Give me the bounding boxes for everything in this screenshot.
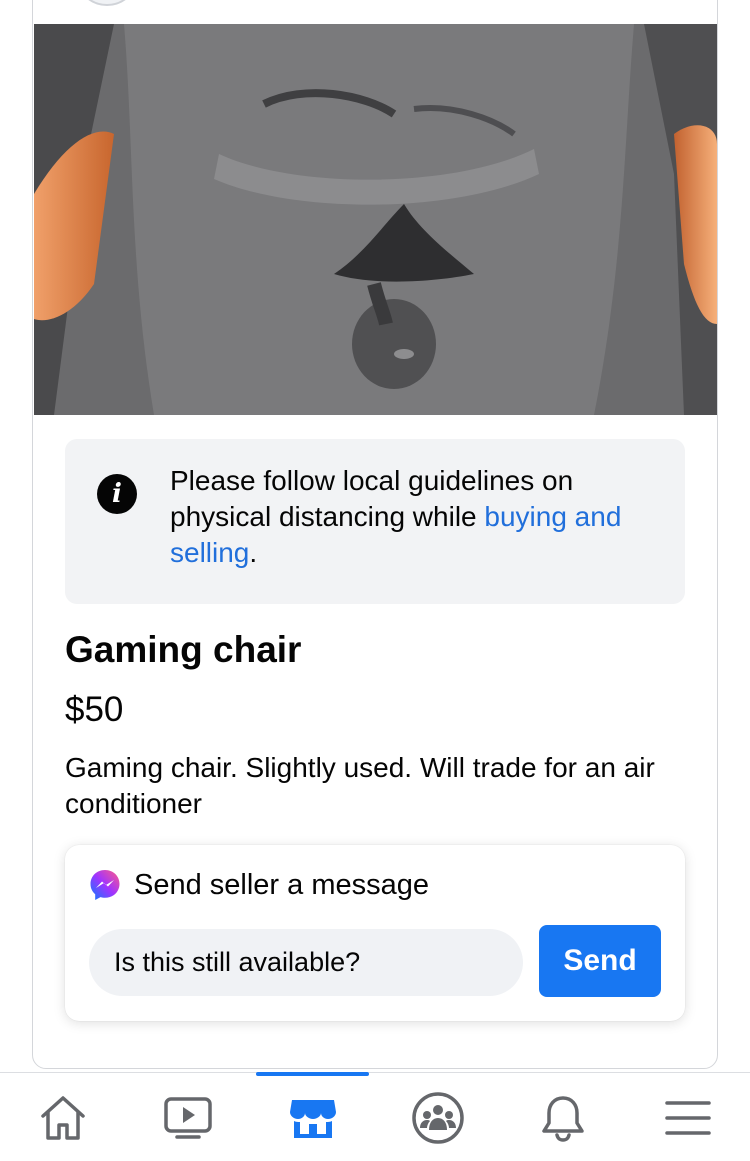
messenger-icon (90, 870, 120, 900)
groups-icon (411, 1091, 464, 1144)
info-icon: i (97, 474, 137, 514)
distancing-notice: i Please follow local guidelines on phys… (65, 439, 685, 604)
tab-groups[interactable] (375, 1073, 500, 1161)
bell-icon (541, 1095, 584, 1142)
listing-title: Gaming chair (65, 629, 302, 670)
send-message-heading: Send seller a message (134, 869, 429, 901)
listing-photo[interactable] (34, 24, 717, 415)
bottom-tab-bar (0, 1072, 750, 1161)
notice-text: Please follow local guidelines on physic… (170, 463, 640, 571)
listing-description: Gaming chair. Slightly used. Will trade … (65, 752, 655, 819)
home-icon (40, 1095, 85, 1140)
notice-text-after: . (249, 537, 258, 568)
marketplace-icon (289, 1099, 336, 1138)
chair-photo-image (34, 24, 717, 415)
listing-price: $50 (65, 690, 124, 729)
video-icon (163, 1096, 212, 1139)
menu-icon (664, 1100, 711, 1135)
tab-menu[interactable] (625, 1073, 750, 1161)
send-button[interactable]: Send (539, 925, 661, 997)
message-input[interactable] (89, 929, 523, 996)
tab-marketplace[interactable] (250, 1073, 375, 1161)
send-message-box: Send seller a message Send (65, 845, 685, 1021)
tab-notifications[interactable] (500, 1073, 625, 1161)
tab-home[interactable] (0, 1073, 125, 1161)
tab-watch[interactable] (125, 1073, 250, 1161)
